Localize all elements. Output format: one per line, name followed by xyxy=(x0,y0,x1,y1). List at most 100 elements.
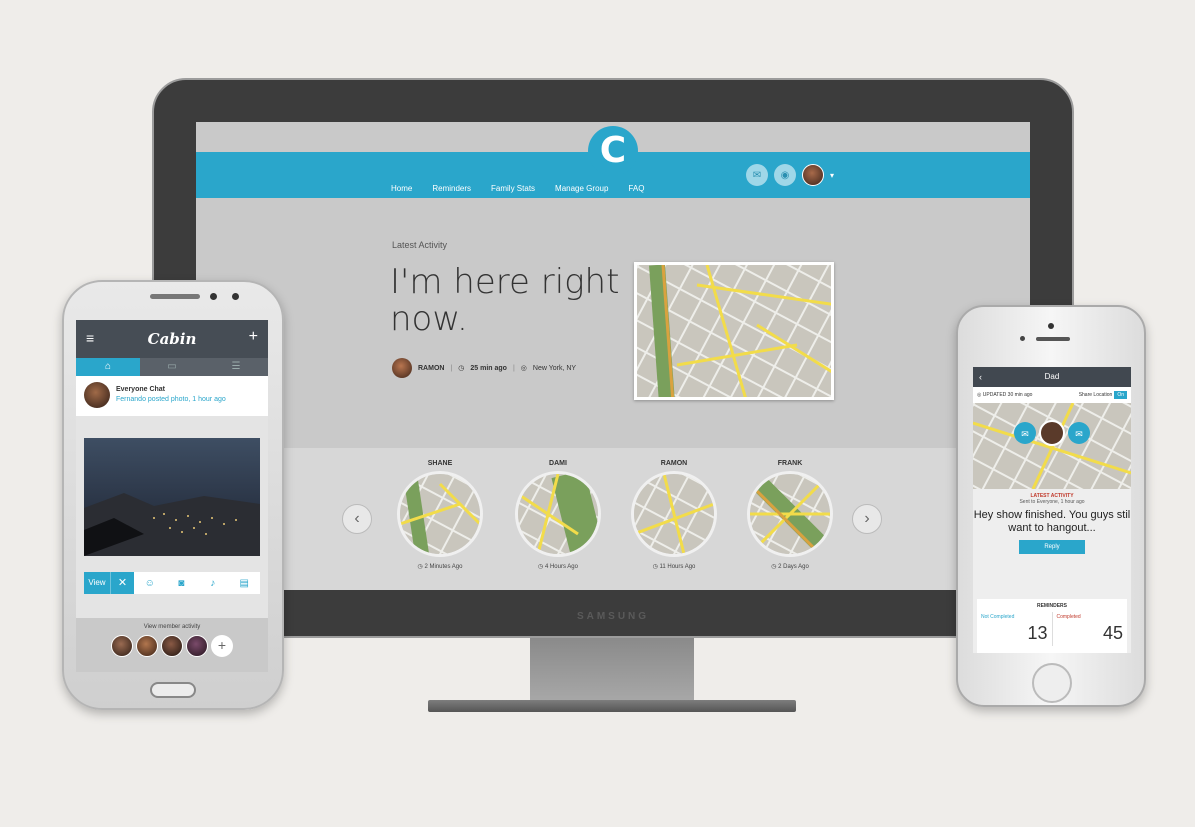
member-time: ◷ 11 Hours Ago xyxy=(652,564,696,570)
member-name: SHANE xyxy=(427,460,453,467)
nav-faq[interactable]: FAQ xyxy=(628,184,644,193)
location-map[interactable]: ✉ ✉ xyxy=(973,403,1131,489)
activity-map[interactable] xyxy=(634,262,834,400)
member-name: DAMI xyxy=(549,460,567,467)
nav-reminders[interactable]: Reminders xyxy=(432,184,471,193)
share-toggle[interactable]: On xyxy=(1114,391,1127,399)
latest-activity-label: Latest Activity xyxy=(392,240,448,250)
clock-icon: ◷ xyxy=(458,365,465,372)
author-avatar[interactable] xyxy=(392,358,412,378)
chat-title: Everyone Chat xyxy=(116,386,166,393)
next-arrow-button[interactable]: › xyxy=(852,504,882,534)
chat-subtitle: Fernando posted photo, 1 hour ago xyxy=(116,396,226,403)
iphone: ‹ Dad ◎ UPDATED 30 min ago Share Locatio… xyxy=(956,305,1146,707)
share-location[interactable]: Share Location On xyxy=(1078,391,1127,399)
member-map xyxy=(747,471,833,557)
member-map xyxy=(631,471,717,557)
member-map xyxy=(397,471,483,557)
nav-family-stats[interactable]: Family Stats xyxy=(491,184,535,193)
member-time: ◷ 2 Minutes Ago xyxy=(417,564,463,570)
add-member-button[interactable]: + xyxy=(211,635,233,657)
member-time-text: 2 Minutes Ago xyxy=(424,564,463,570)
phone-speaker xyxy=(1036,337,1070,341)
member-time: ◷ 4 Hours Ago xyxy=(538,564,578,570)
location-bar: ◎ UPDATED 30 min ago Share Location On xyxy=(973,387,1131,403)
divider: | xyxy=(512,364,515,372)
member-name: RAMON xyxy=(660,460,688,467)
desktop-monitor: Home Reminders Family Stats Manage Group… xyxy=(152,78,1074,638)
app-title: Cabin xyxy=(147,330,197,348)
nav-home[interactable]: Home xyxy=(391,184,412,193)
avatar[interactable] xyxy=(136,635,158,657)
completed-stat: Completed 45 xyxy=(1053,612,1128,646)
members-strip xyxy=(196,448,1030,590)
divider: | xyxy=(450,364,453,372)
emoji-icon[interactable]: ☺ xyxy=(134,578,166,589)
reminders-card[interactable]: REMINDERS Not Completed 13 Completed 45 xyxy=(977,599,1127,653)
home-button[interactable] xyxy=(1032,663,1072,703)
member-time: ◷ 2 Days Ago xyxy=(771,564,809,570)
user-avatar[interactable] xyxy=(802,164,824,186)
avatar[interactable] xyxy=(111,635,133,657)
reminders-stats: Not Completed 13 Completed 45 xyxy=(977,612,1127,646)
activity-meta: RAMON | ◷ 25 min ago | ◎ New York, NY xyxy=(392,358,576,378)
microphone-icon[interactable]: ♪ xyxy=(197,578,229,589)
phone-sensor xyxy=(1020,336,1025,341)
avatar xyxy=(84,382,110,408)
avatar[interactable] xyxy=(186,635,208,657)
member-card[interactable]: SHANE ◷ 2 Minutes Ago xyxy=(390,460,490,570)
tab-home-icon[interactable]: ⌂ xyxy=(76,358,140,376)
not-completed-count: 13 xyxy=(1027,623,1048,643)
not-completed-label: Not Completed xyxy=(981,614,1015,620)
sent-info: Sent to Everyone, 1 hour ago xyxy=(1019,499,1085,505)
member-activity-label: View member activity xyxy=(143,624,201,630)
nav-manage-group[interactable]: Manage Group xyxy=(555,184,608,193)
camera-icon[interactable]: ◙ xyxy=(166,578,198,589)
member-activity: View member activity + xyxy=(76,618,268,672)
tab-list-icon[interactable]: ☰ xyxy=(204,358,268,376)
completed-label: Completed xyxy=(1056,614,1081,620)
avatar[interactable] xyxy=(161,635,183,657)
chat-icon[interactable]: ▤ xyxy=(229,578,261,589)
back-icon[interactable]: ‹ xyxy=(979,367,982,387)
share-label: Share Location xyxy=(1078,392,1113,398)
not-completed-stat: Not Completed 13 xyxy=(977,612,1053,646)
member-card[interactable]: RAMON ◷ 11 Hours Ago xyxy=(624,460,724,570)
chat-item[interactable]: Everyone Chat Fernando posted photo, 1 h… xyxy=(76,376,268,416)
iphone-screen: ‹ Dad ◎ UPDATED 30 min ago Share Locatio… xyxy=(973,367,1131,653)
monitor-stand xyxy=(530,638,694,700)
svg-text:✉: ✉ xyxy=(1021,430,1029,440)
add-icon[interactable]: + xyxy=(249,328,258,346)
home-button[interactable] xyxy=(150,682,196,698)
completed-count: 45 xyxy=(1102,623,1123,643)
phone-camera xyxy=(1048,323,1054,329)
member-card[interactable]: DAMI ◷ 4 Hours Ago xyxy=(508,460,608,570)
app-header: ≡ Cabin + xyxy=(76,320,268,358)
time-ago: 25 min ago xyxy=(470,364,507,372)
member-time-text: 2 Days Ago xyxy=(778,564,809,570)
member-avatar-row: + xyxy=(76,635,268,657)
photo-actions: View ✕ ☺ ◙ ♪ ▤ xyxy=(84,572,260,594)
prev-arrow-button[interactable]: ‹ xyxy=(342,504,372,534)
member-card[interactable]: FRANK ◷ 2 Days Ago xyxy=(740,460,840,570)
close-icon[interactable]: ✕ xyxy=(110,572,134,594)
nav-icon-group: ✉ ◉ ▾ xyxy=(746,164,834,186)
tab-messages-icon[interactable]: ▭ xyxy=(140,358,204,376)
message-icon[interactable]: ✉ xyxy=(746,164,768,186)
view-button[interactable]: View xyxy=(84,572,110,594)
app-header: ‹ Dad xyxy=(973,367,1131,387)
app-tabs: ⌂ ▭ ☰ xyxy=(76,358,268,376)
phone-sensor xyxy=(210,293,217,300)
desktop-screen: Home Reminders Family Stats Manage Group… xyxy=(196,122,1030,590)
main-nav: Home Reminders Family Stats Manage Group… xyxy=(391,184,644,193)
member-map xyxy=(515,471,601,557)
cabin-logo[interactable]: C xyxy=(588,126,638,176)
reminders-title: REMINDERS xyxy=(1036,603,1067,609)
latest-activity: LATEST ACTIVITY Sent to Everyone, 1 hour… xyxy=(973,489,1131,555)
location-pin-icon[interactable]: ◉ xyxy=(774,164,796,186)
author-name[interactable]: RAMON xyxy=(418,365,444,372)
reply-button[interactable]: Reply xyxy=(1019,540,1085,555)
chevron-down-icon[interactable]: ▾ xyxy=(830,171,834,180)
phone-camera xyxy=(232,293,239,300)
posted-photo[interactable] xyxy=(84,438,260,556)
